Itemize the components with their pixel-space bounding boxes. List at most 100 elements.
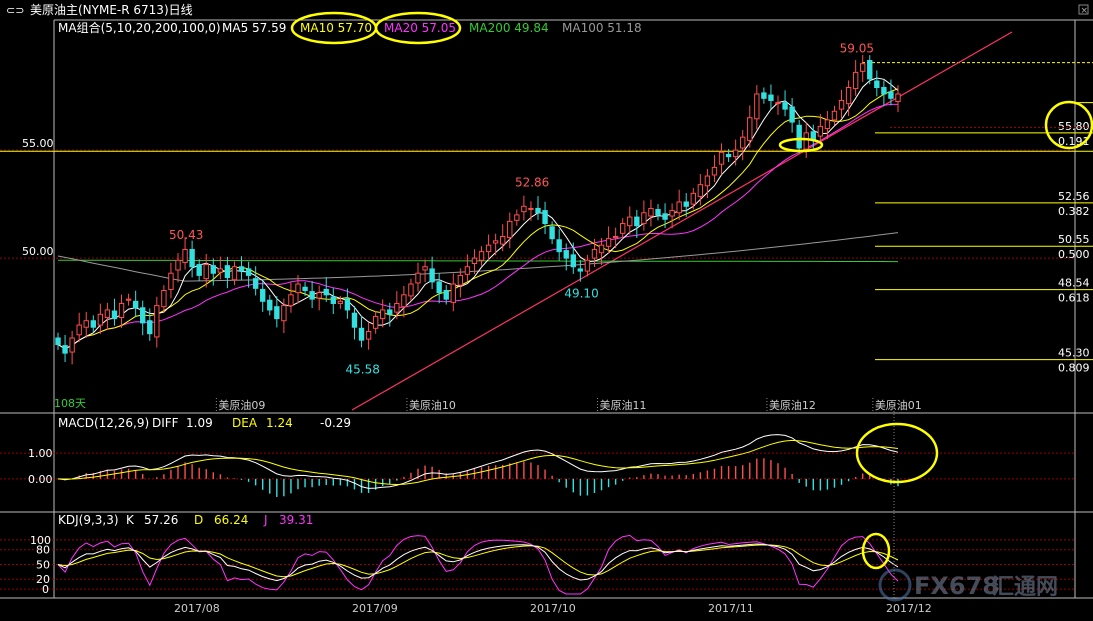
candle-body bbox=[831, 110, 838, 121]
stock-chart[interactable]: 55.00 50.00 美原油09 美原油10 美原油11 美原油12 美原油01 2017/… bbox=[0, 0, 1093, 621]
kdj-k-value: 57.26 bbox=[144, 513, 178, 527]
candle-body bbox=[450, 283, 456, 303]
candle-body bbox=[563, 250, 569, 259]
candle-body bbox=[90, 320, 96, 328]
kdj-legend: KDJ(9,3,3) K 57.26 D 66.24 J 39.31 bbox=[58, 513, 313, 527]
macd-legend: MACD(12,26,9) DIFF 1.09 DEA 1.24 -0.29 bbox=[58, 416, 351, 430]
candle-body bbox=[782, 102, 788, 110]
candle-body bbox=[203, 264, 209, 280]
close-glyph[interactable]: × bbox=[1081, 6, 1089, 16]
candle-body bbox=[422, 266, 428, 271]
ma5-label: MA5 57.59 bbox=[222, 21, 286, 35]
price-annotation: 52.86 bbox=[515, 175, 549, 189]
macd-diff-value: 1.09 bbox=[186, 416, 213, 430]
days-count-label: 108天 bbox=[54, 397, 86, 410]
macd-tick-label: 1.00 bbox=[28, 447, 53, 460]
candle-body bbox=[457, 274, 464, 286]
candle-body bbox=[881, 87, 887, 95]
candle-body bbox=[810, 131, 816, 140]
price-annotation: 50.43 bbox=[169, 228, 203, 242]
candle-body bbox=[288, 294, 294, 307]
candle-body bbox=[323, 288, 329, 296]
candle-body bbox=[217, 268, 224, 273]
candle-body bbox=[372, 315, 379, 329]
candle-body bbox=[747, 117, 753, 141]
candle-body bbox=[740, 136, 746, 149]
fib-ratio: 0.500 bbox=[1058, 248, 1090, 261]
candle-body bbox=[344, 298, 351, 311]
macd-diff-label: DIFF bbox=[152, 416, 179, 430]
candle-body bbox=[238, 266, 245, 272]
candle-body bbox=[358, 327, 365, 341]
month-label: 美原油01 bbox=[875, 398, 922, 412]
candle-body bbox=[584, 259, 591, 272]
candle-body bbox=[852, 71, 859, 90]
candle-body bbox=[500, 236, 506, 245]
ma20-line bbox=[57, 103, 898, 350]
candle-body bbox=[690, 192, 696, 205]
candle-body bbox=[443, 290, 449, 300]
candle-body bbox=[140, 307, 146, 324]
trend-line bbox=[351, 31, 1013, 411]
candle-body bbox=[168, 272, 174, 290]
candle-body bbox=[612, 236, 619, 239]
candle-body bbox=[408, 283, 414, 297]
candle-body bbox=[464, 266, 471, 275]
kdj-panel: 1008050200 bbox=[0, 405, 1075, 598]
candle-body bbox=[803, 132, 809, 150]
fib-price: 45.30 bbox=[1058, 347, 1090, 360]
candle-body bbox=[245, 268, 252, 276]
candle-body bbox=[867, 60, 873, 80]
fib-ratio: 0.382 bbox=[1058, 205, 1090, 218]
candle-body bbox=[401, 294, 407, 308]
candle-body bbox=[789, 106, 795, 123]
candle-body bbox=[725, 153, 732, 158]
candle-body bbox=[330, 296, 336, 304]
date-label: 2017/11 bbox=[708, 602, 754, 615]
candle-body bbox=[125, 298, 132, 301]
price-annotation: 45.58 bbox=[346, 363, 380, 377]
candle-body bbox=[436, 281, 442, 294]
candle-body bbox=[104, 309, 111, 318]
candle-body bbox=[796, 124, 802, 149]
candle-body bbox=[231, 266, 238, 281]
month-label: 美原油10 bbox=[409, 398, 456, 412]
candle-body bbox=[147, 320, 153, 335]
moving-averages bbox=[57, 77, 899, 350]
kdj-d-value: 66.24 bbox=[214, 513, 248, 527]
candle-body bbox=[83, 320, 89, 328]
candle-body bbox=[182, 248, 188, 263]
candle-body bbox=[492, 240, 499, 244]
candle-body bbox=[577, 268, 584, 272]
month-label: 美原油09 bbox=[218, 398, 265, 412]
fx678-logo-icon bbox=[878, 568, 912, 602]
fx678-watermark: FX678 汇通网 bbox=[878, 568, 1058, 602]
candle-body bbox=[521, 205, 527, 213]
candle-body bbox=[351, 312, 358, 328]
candle-body bbox=[132, 300, 139, 309]
candle-body bbox=[161, 290, 167, 308]
kdj-tick-label: 80 bbox=[36, 544, 50, 557]
candle-body bbox=[754, 93, 760, 120]
candle-body bbox=[895, 93, 901, 103]
price-tick-label: 55.00 bbox=[22, 137, 54, 150]
watermark-cjk: 汇通网 bbox=[992, 575, 1058, 600]
back-arrow-icon[interactable]: ⊂⊃ bbox=[6, 4, 24, 17]
ma20-label: MA20 57.05 bbox=[384, 21, 456, 35]
candle-body bbox=[704, 175, 711, 187]
month-label: 美原油12 bbox=[769, 398, 816, 412]
fib-price: 55.80 bbox=[1058, 120, 1090, 133]
candle-body bbox=[210, 265, 216, 274]
ma10-label: MA10 57.70 bbox=[300, 21, 372, 35]
kdj-d-label: D bbox=[194, 513, 203, 527]
candle-body bbox=[224, 265, 231, 279]
fib-price: 48.54 bbox=[1058, 277, 1090, 290]
candle-body bbox=[309, 291, 315, 300]
candle-body bbox=[514, 214, 520, 221]
date-label: 2017/10 bbox=[530, 602, 576, 615]
candle-body bbox=[55, 337, 61, 345]
candle-body bbox=[761, 92, 767, 99]
candle-body bbox=[775, 102, 781, 105]
title-bar: ⊂⊃ 美原油主(NYME-R 6713)日线 × bbox=[6, 3, 1089, 17]
candle-body bbox=[118, 302, 125, 318]
